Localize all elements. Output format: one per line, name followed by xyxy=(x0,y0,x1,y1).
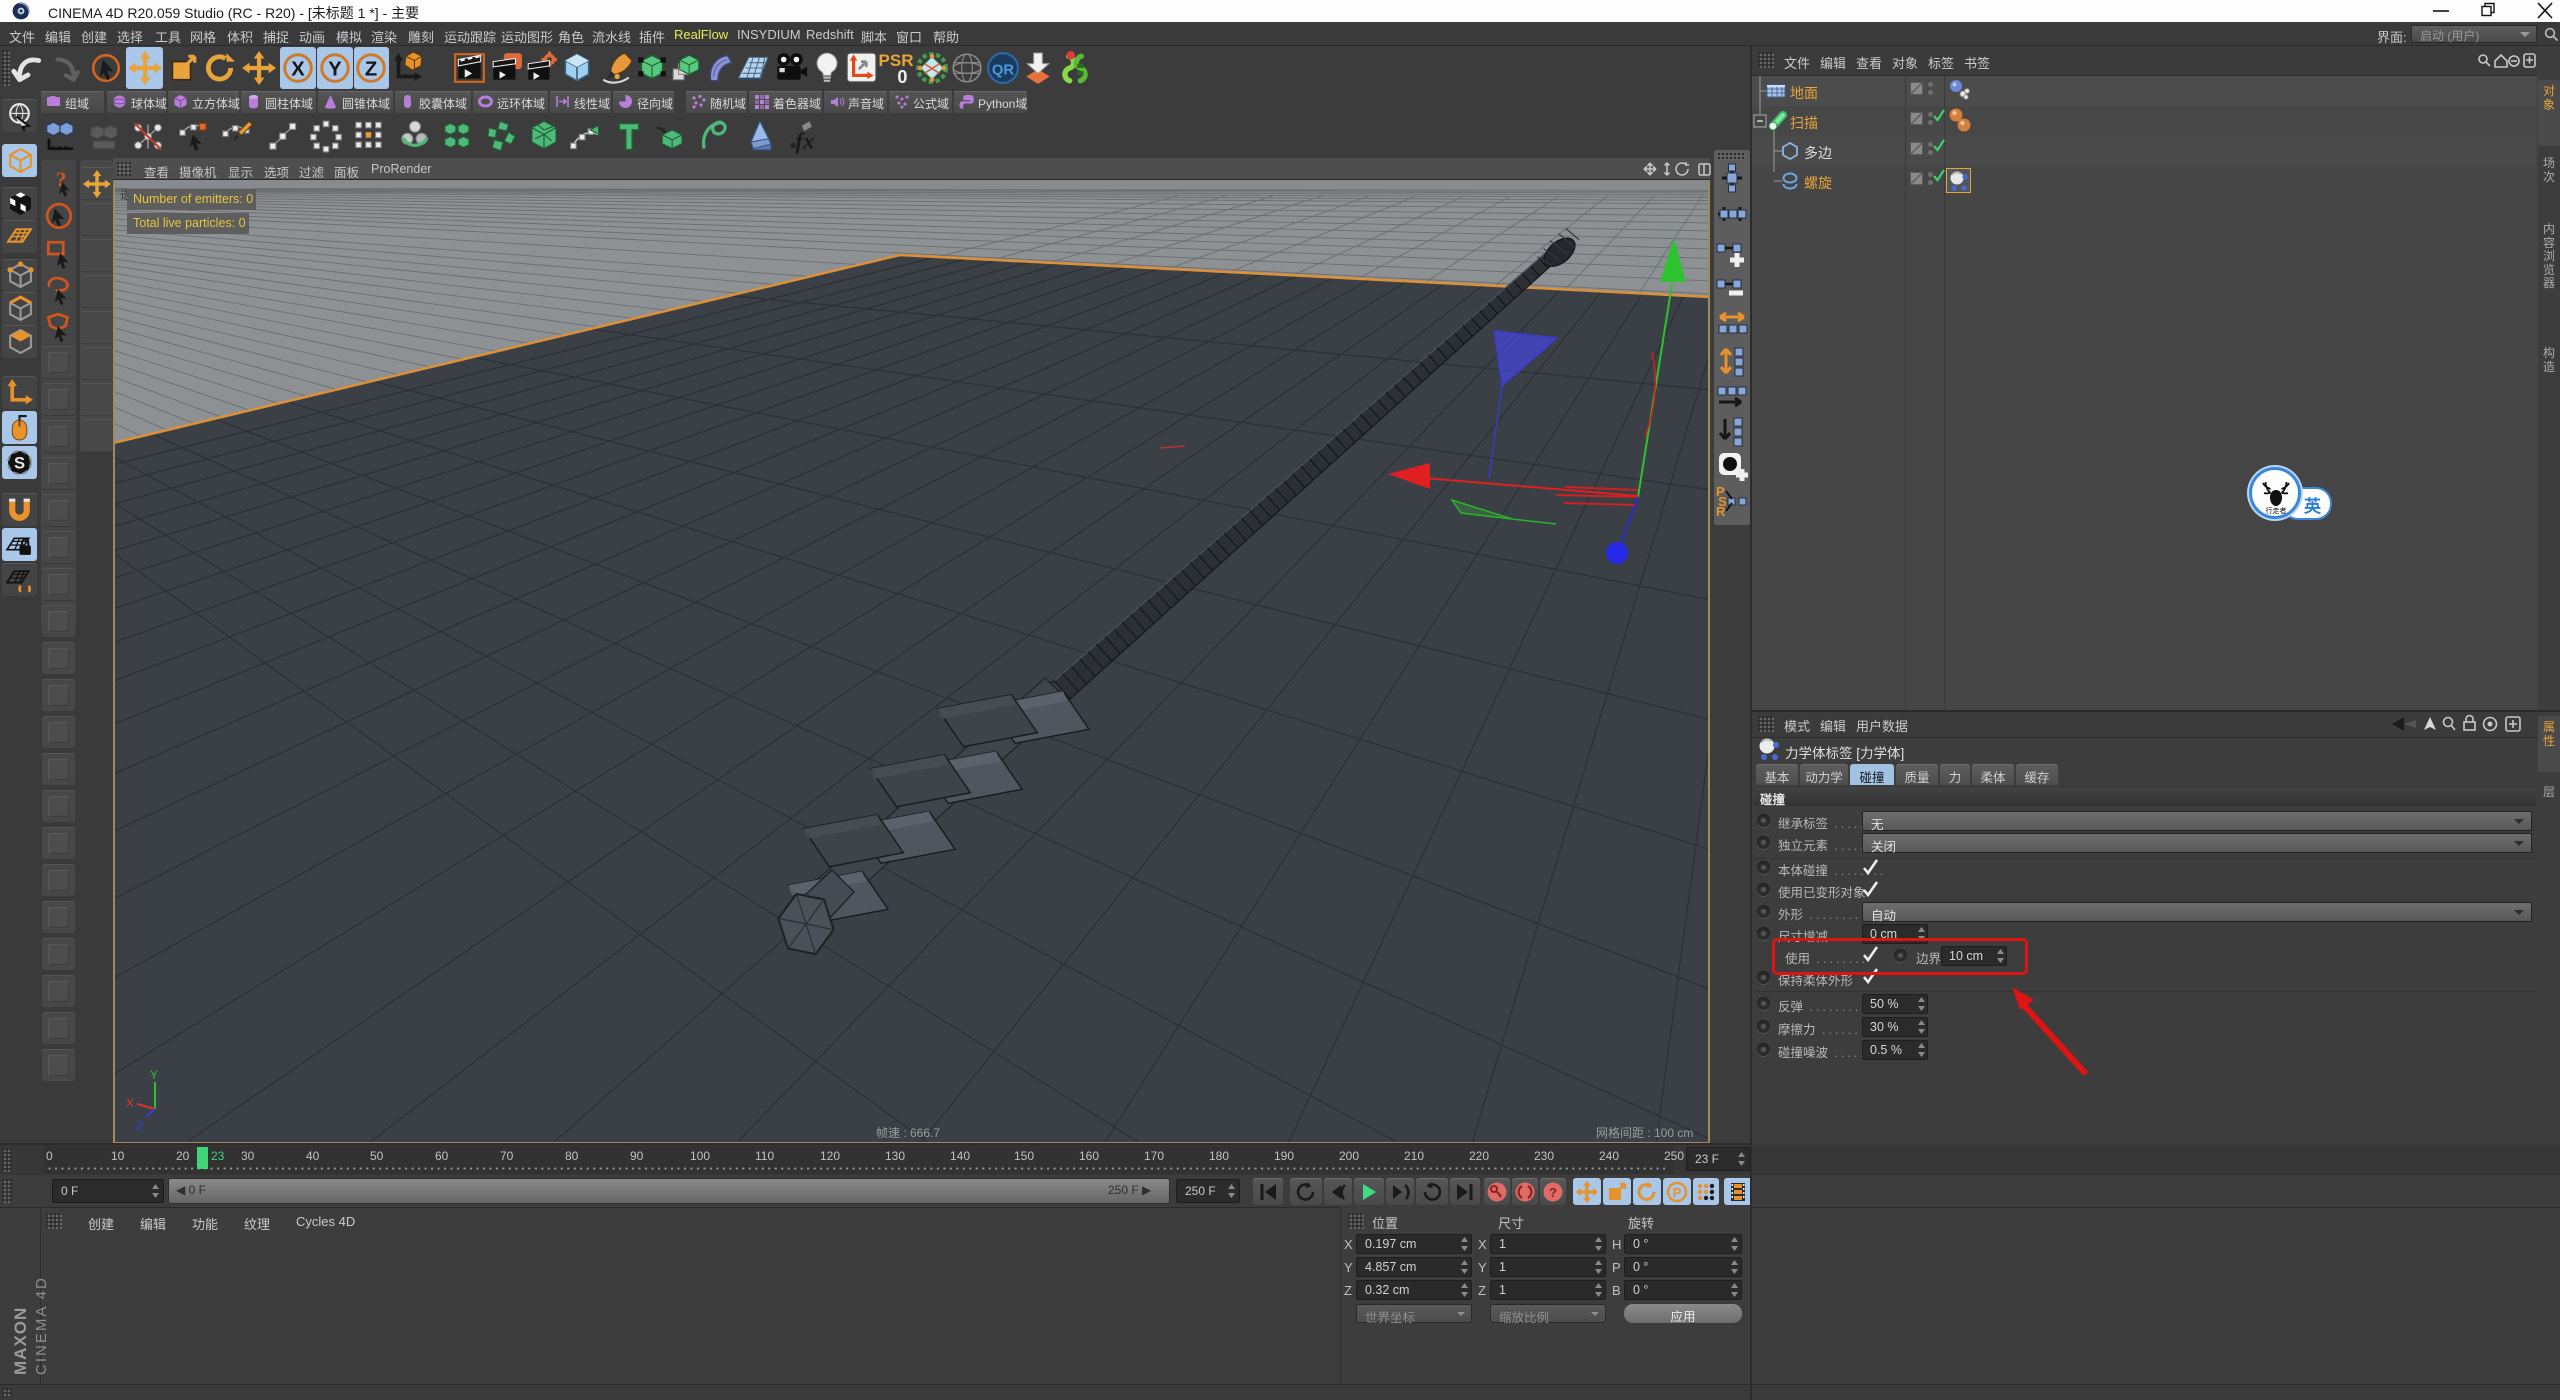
svg-text:?: ? xyxy=(1549,1185,1557,1200)
svg-text:行走者: 行走者 xyxy=(2266,506,2287,515)
svg-text:Z: Z xyxy=(136,1119,143,1133)
svg-text:Y: Y xyxy=(150,1068,158,1082)
svg-text:R: R xyxy=(1716,504,1726,519)
svg-text:P: P xyxy=(1673,1185,1682,1200)
svg-text:X: X xyxy=(126,1096,134,1110)
